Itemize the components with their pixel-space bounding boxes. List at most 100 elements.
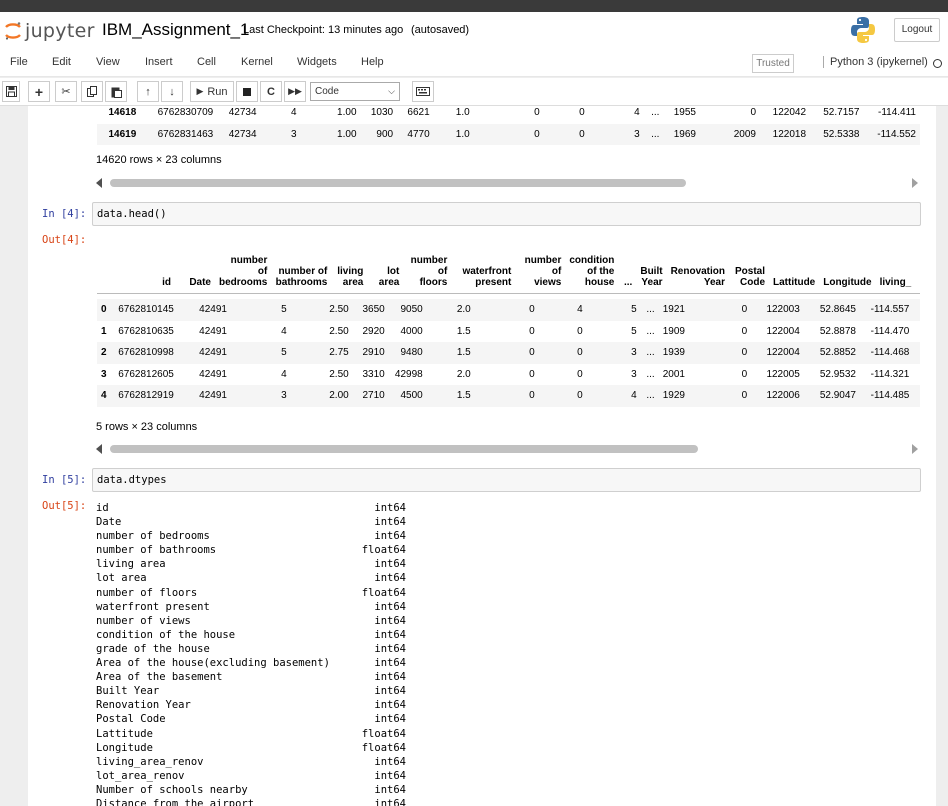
table-cell: 4 [290, 107, 297, 119]
fast-forward-icon: ▶▶ [288, 86, 302, 96]
scroll-left-icon[interactable] [96, 444, 102, 454]
command-palette-button[interactable] [412, 81, 434, 102]
scroll-left-icon[interactable] [96, 178, 102, 188]
move-up-button[interactable]: ↑ [137, 81, 159, 102]
notebook-name[interactable]: IBM_Assignment_1 [102, 20, 249, 40]
copy-button[interactable] [81, 81, 103, 102]
table-cell: 0 [529, 368, 535, 380]
column-header: number of views [524, 255, 562, 288]
menu-kernel[interactable]: Kernel [241, 56, 273, 68]
menu-insert[interactable]: Insert [145, 56, 173, 68]
dtype-value: int64 [374, 502, 406, 514]
interrupt-button[interactable] [236, 81, 258, 102]
table-cell: 1921 [658, 299, 698, 321]
dtype-name: living_area_renov [96, 755, 204, 768]
dtype-name: Date [96, 516, 122, 529]
kernel-name[interactable]: Python 3 (ipykernel) [823, 56, 928, 68]
code-cell-input[interactable]: data.head() [92, 202, 921, 226]
trusted-indicator[interactable]: Trusted [752, 54, 794, 73]
horizontal-scrollbar[interactable] [96, 176, 918, 190]
table-cell: 2910 [352, 342, 389, 364]
logout-button[interactable]: Logout [894, 18, 940, 42]
menu-view[interactable]: View [96, 56, 120, 68]
table-cell: 5 [240, 299, 291, 321]
menu-edit[interactable]: Edit [52, 56, 71, 68]
head-dataframe: 0 6762810145 42491 5 2.50 3650 9050 2.0 … [97, 299, 920, 407]
list-item: waterfront present int64 [96, 600, 406, 614]
table-row: 0 6762810145 42491 5 2.50 3650 9050 2.0 … [97, 299, 920, 321]
paste-button[interactable] [105, 81, 127, 102]
insert-cell-button[interactable]: + [28, 81, 50, 102]
save-button[interactable] [2, 81, 20, 102]
table-cell: 2001 [662, 368, 685, 380]
table-cell: 0 [474, 342, 539, 364]
dtype-name: number of floors [96, 586, 198, 599]
dtype-value: int64 [374, 755, 406, 768]
table-cell: 2.50 [329, 325, 349, 337]
table-cell: 3 [631, 368, 637, 380]
table-cell: 1929 [658, 385, 698, 407]
table-cell: 4 [281, 325, 287, 337]
horizontal-scrollbar[interactable] [96, 442, 918, 456]
column-header: number of floors [410, 255, 448, 288]
table-cell: 1.0 [433, 123, 474, 145]
restart-button[interactable]: C [260, 81, 282, 102]
table-cell: 52.9532 [819, 368, 856, 380]
dtype-name: number of bedrooms [96, 530, 210, 543]
kernel-idle-icon [933, 59, 942, 68]
dtype-name: living area [96, 558, 166, 571]
table-cell: 6762831463 [140, 123, 218, 145]
table-cell: 4500 [388, 385, 427, 407]
scrollbar-thumb[interactable] [110, 179, 686, 187]
plus-icon: + [34, 83, 44, 100]
checkpoint-info: Last Checkpoint: 13 minutes ago [243, 24, 404, 36]
table-cell: 0 [534, 107, 540, 119]
cut-button[interactable]: ✂ [55, 81, 77, 102]
code-cell-input[interactable]: data.dtypes [92, 468, 921, 492]
table-cell: -114.552 [863, 123, 920, 145]
column-header: Lattitude [773, 277, 816, 288]
table-cell: 0 [579, 107, 585, 119]
row-index: 3 [101, 368, 107, 380]
scroll-right-icon[interactable] [912, 178, 918, 188]
menu-cell[interactable]: Cell [197, 56, 216, 68]
table-cell: ... [646, 325, 655, 337]
table-cell: 0 [474, 299, 539, 321]
table-cell: 122042 [772, 107, 807, 119]
table-row: 1 6762810635 42491 4 2.50 2920 4000 1.5 … [97, 321, 920, 343]
scrollbar-thumb[interactable] [110, 445, 698, 453]
table-cell: -114.411 [878, 107, 916, 119]
table-cell: 3 [260, 123, 301, 145]
jupyter-logo[interactable]: jupyter [4, 20, 95, 42]
keyboard-icon [416, 87, 430, 96]
move-down-button[interactable]: ↓ [161, 81, 183, 102]
menu-file[interactable]: File [10, 56, 28, 68]
menu-help[interactable]: Help [361, 56, 384, 68]
column-header: Date [189, 277, 211, 288]
scissors-icon: ✂ [61, 86, 71, 98]
header-divider [97, 293, 920, 294]
dtype-name: grade of the house [96, 642, 210, 655]
menu-widgets[interactable]: Widgets [297, 56, 337, 68]
table-cell: 4 [281, 368, 287, 380]
restart-run-all-button[interactable]: ▶▶ [284, 81, 306, 102]
table-cell: 0 [538, 385, 587, 407]
table-cell: 42998 [394, 368, 423, 380]
dtype-name: number of bathrooms [96, 544, 217, 557]
copy-icon [86, 86, 97, 97]
cell-type-select[interactable]: Code ⌵ [310, 82, 400, 101]
run-button[interactable]: ▶ Run [190, 81, 234, 102]
dtype-value: int64 [374, 783, 406, 796]
table-cell: ... [640, 299, 659, 321]
table-cell: 0 [529, 325, 535, 337]
list-item: Area of the basement int64 [96, 670, 406, 684]
scroll-right-icon[interactable] [912, 444, 918, 454]
table-cell: ... [646, 368, 655, 380]
stop-icon [243, 87, 251, 96]
table-cell: 0 [750, 107, 756, 119]
table-cell: 0 [538, 342, 587, 364]
table-cell: 52.9047 [803, 385, 860, 407]
list-item: Number of schools nearby int64 [96, 783, 406, 797]
run-label: Run [207, 85, 228, 98]
dataframe-shape: 14620 rows × 23 columns [96, 154, 222, 166]
